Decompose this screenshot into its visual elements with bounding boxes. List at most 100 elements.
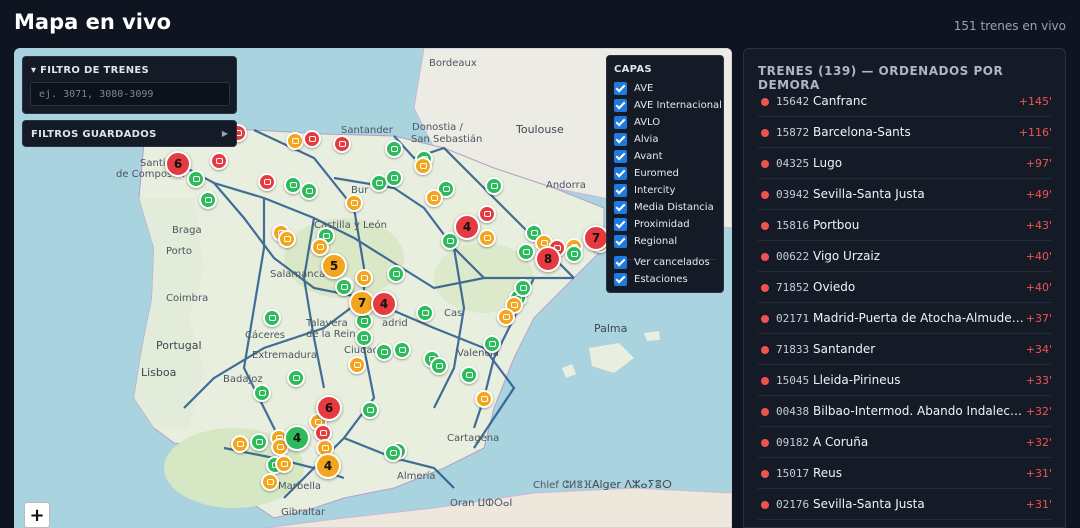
zoom-in-button[interactable]: +	[24, 502, 50, 528]
checkbox-icon[interactable]	[614, 218, 627, 231]
train-marker[interactable]	[460, 366, 478, 384]
train-marker[interactable]	[478, 229, 496, 247]
train-marker[interactable]	[483, 335, 501, 353]
train-marker[interactable]	[275, 455, 293, 473]
train-marker[interactable]	[430, 357, 448, 375]
train-marker[interactable]	[210, 152, 228, 170]
train-marker[interactable]	[263, 309, 281, 327]
train-marker[interactable]	[497, 308, 515, 326]
train-marker[interactable]	[303, 130, 321, 148]
train-marker[interactable]	[258, 173, 276, 191]
train-marker[interactable]	[187, 170, 205, 188]
train-cluster[interactable]: 6	[165, 151, 191, 177]
train-marker[interactable]	[517, 243, 535, 261]
train-marker[interactable]	[286, 132, 304, 150]
checkbox-icon[interactable]	[614, 99, 627, 112]
layer-toggle-avant[interactable]: Avant	[614, 150, 663, 163]
train-cluster[interactable]: 8	[535, 246, 561, 272]
map-label: Chlef ⵛⵍⴻⴼ	[533, 480, 592, 491]
live-map[interactable]: Bordeaux Santander Donostia / San Sebast…	[14, 48, 732, 528]
train-marker[interactable]	[375, 343, 393, 361]
saved-filters-title: FILTROS GUARDADOS	[31, 129, 157, 140]
train-marker[interactable]	[333, 135, 351, 153]
train-marker[interactable]	[250, 433, 268, 451]
train-marker[interactable]	[231, 435, 249, 453]
layer-toggle-euromed[interactable]: Euromed	[614, 167, 679, 180]
train-marker[interactable]	[361, 401, 379, 419]
train-marker[interactable]	[565, 245, 583, 263]
train-row[interactable]: 09182 A Coruña +32'	[758, 427, 1052, 458]
train-row[interactable]: 00438Bilbao-Intermod. Abando Indalecio P…	[758, 396, 1052, 427]
train-cluster[interactable]: 4	[371, 291, 397, 317]
layer-toggle-avlo[interactable]: AVLO	[614, 116, 660, 129]
checkbox-icon[interactable]	[614, 116, 627, 129]
saved-filters-panel[interactable]: FILTROS GUARDADOS ▶	[22, 120, 237, 147]
checkbox-icon[interactable]	[614, 184, 627, 197]
train-row[interactable]: 02176 Sevilla-Santa Justa +31'	[758, 489, 1052, 520]
checkbox-icon[interactable]	[614, 133, 627, 146]
checkbox-icon[interactable]	[614, 273, 627, 286]
checkbox-icon[interactable]	[614, 201, 627, 214]
train-row[interactable]: 15045 Lleida-Pirineus +33'	[758, 365, 1052, 396]
train-filter-input[interactable]	[30, 82, 230, 106]
train-marker[interactable]	[514, 279, 532, 297]
train-count: 151 trenes en vivo	[953, 19, 1066, 33]
map-label: Cáceres	[245, 330, 286, 341]
train-marker[interactable]	[393, 341, 411, 359]
train-marker[interactable]	[425, 189, 443, 207]
train-marker[interactable]	[278, 230, 296, 248]
train-row[interactable]: 02171Madrid-Puerta de Atocha-Almudena Gr…	[758, 303, 1052, 334]
train-marker[interactable]	[485, 177, 503, 195]
train-row[interactable]: 71833 Santander +34'	[758, 334, 1052, 365]
train-marker[interactable]	[416, 304, 434, 322]
train-marker[interactable]	[300, 182, 318, 200]
map-label: Oran ⵡⵀⵔⴰⵏ	[450, 498, 513, 509]
toggle-show-cancelled[interactable]: Ver cancelados	[614, 256, 710, 269]
train-marker[interactable]	[385, 169, 403, 187]
train-marker[interactable]	[355, 329, 373, 347]
train-marker[interactable]	[335, 278, 353, 296]
train-marker[interactable]	[385, 140, 403, 158]
train-cluster[interactable]: 4	[315, 453, 341, 479]
train-row[interactable]: 03942 Sevilla-Santa Justa +49'	[758, 179, 1052, 210]
train-row[interactable]: 04325 Lugo +97'	[758, 148, 1052, 179]
train-row[interactable]: 15872 Barcelona-Sants +116'	[758, 117, 1052, 148]
train-cluster[interactable]: 5	[321, 253, 347, 279]
layer-toggle-proximidad[interactable]: Proximidad	[614, 218, 690, 231]
toggle-stations[interactable]: Estaciones	[614, 273, 688, 286]
status-dot-icon	[761, 98, 769, 106]
train-marker[interactable]	[199, 191, 217, 209]
train-row[interactable]: 71852 Oviedo +40'	[758, 272, 1052, 303]
train-marker[interactable]	[348, 356, 366, 374]
train-marker[interactable]	[414, 157, 432, 175]
train-marker[interactable]	[478, 205, 496, 223]
checkbox-icon[interactable]	[614, 235, 627, 248]
train-filter-title[interactable]: ▾ FILTRO DE TRENES	[31, 65, 149, 76]
train-marker[interactable]	[287, 369, 305, 387]
layer-toggle-intercity[interactable]: Intercity	[614, 184, 675, 197]
train-row[interactable]: 15816 Portbou +43'	[758, 210, 1052, 241]
layer-toggle-media-distancia[interactable]: Media Distancia	[614, 201, 714, 214]
train-marker[interactable]	[253, 384, 271, 402]
train-cluster[interactable]: 6	[316, 395, 342, 421]
train-marker[interactable]	[387, 265, 405, 283]
checkbox-icon[interactable]	[614, 256, 627, 269]
train-row[interactable]: 00622 Vigo Urzaiz +40'	[758, 241, 1052, 272]
train-row[interactable]: 15642 Canfranc +145'	[758, 86, 1052, 117]
checkbox-icon[interactable]	[614, 167, 627, 180]
layer-toggle-alvia[interactable]: Alvia	[614, 133, 658, 146]
train-cluster[interactable]: 4	[454, 214, 480, 240]
layer-toggle-ave[interactable]: AVE	[614, 82, 653, 95]
train-cluster[interactable]: 4	[284, 425, 310, 451]
train-marker[interactable]	[311, 238, 329, 256]
train-marker[interactable]	[261, 473, 279, 491]
train-marker[interactable]	[345, 194, 363, 212]
train-marker[interactable]	[384, 444, 402, 462]
checkbox-icon[interactable]	[614, 150, 627, 163]
train-marker[interactable]	[475, 390, 493, 408]
train-row[interactable]: 15017 Reus +31'	[758, 458, 1052, 489]
layer-toggle-regional[interactable]: Regional	[614, 235, 677, 248]
checkbox-icon[interactable]	[614, 82, 627, 95]
layer-toggle-ave-internacional[interactable]: AVE Internacional	[614, 99, 722, 112]
train-marker[interactable]	[355, 269, 373, 287]
